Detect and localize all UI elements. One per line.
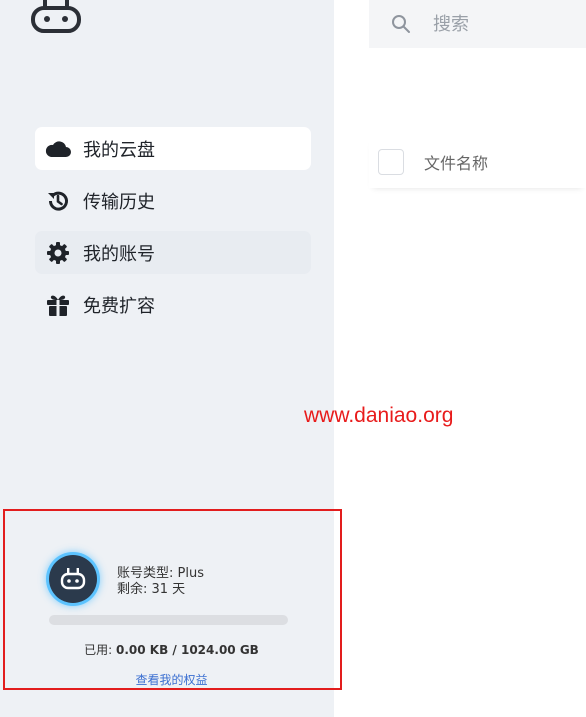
sidebar-item-free-expansion[interactable]: 免费扩容	[35, 283, 311, 326]
remaining-days: 剩余: 31 天	[117, 582, 186, 597]
gear-icon	[45, 240, 71, 266]
avatar[interactable]	[49, 555, 97, 603]
sidebar-item-my-account[interactable]: 我的账号	[35, 231, 311, 274]
watermark: www.daniao.org	[304, 404, 454, 427]
robot-avatar-icon	[60, 568, 86, 590]
cloud-icon	[45, 136, 71, 162]
history-icon	[45, 188, 71, 214]
sidebar-item-transfer-history[interactable]: 传输历史	[35, 179, 311, 222]
usage-value: 0.00 KB / 1024.00 GB	[116, 643, 259, 657]
storage-usage: 已用: 0.00 KB / 1024.00 GB	[5, 641, 338, 658]
sidebar-item-label: 我的账号	[83, 243, 155, 265]
search-bar	[369, 0, 586, 48]
account-panel: 账号类型: Plus 剩余: 31 天 已用: 0.00 KB / 1024.0…	[3, 509, 342, 690]
robot-logo-icon[interactable]	[30, 0, 82, 34]
file-list-header: 文件名称	[369, 136, 586, 188]
sidebar-item-label: 免费扩容	[83, 295, 155, 317]
sidebar-item-my-cloud[interactable]: 我的云盘	[35, 127, 311, 170]
search-input[interactable]	[433, 13, 573, 35]
search-icon[interactable]	[391, 14, 411, 34]
sidebar-item-label: 我的云盘	[83, 139, 155, 161]
storage-quota-bar	[49, 615, 288, 625]
view-rights-link[interactable]: 查看我的权益	[5, 671, 338, 688]
select-all-checkbox[interactable]	[378, 149, 404, 175]
sidebar-item-label: 传输历史	[83, 191, 155, 213]
gift-icon	[45, 292, 71, 318]
sidebar-nav: 我的云盘 传输历史 我的账号 免费扩容	[35, 127, 311, 335]
usage-prefix: 已用:	[84, 643, 117, 657]
sidebar: 我的云盘 传输历史 我的账号 免费扩容 账号类型: Plus 剩余: 31 天 …	[0, 0, 342, 717]
column-header-file-name[interactable]: 文件名称	[424, 150, 488, 174]
